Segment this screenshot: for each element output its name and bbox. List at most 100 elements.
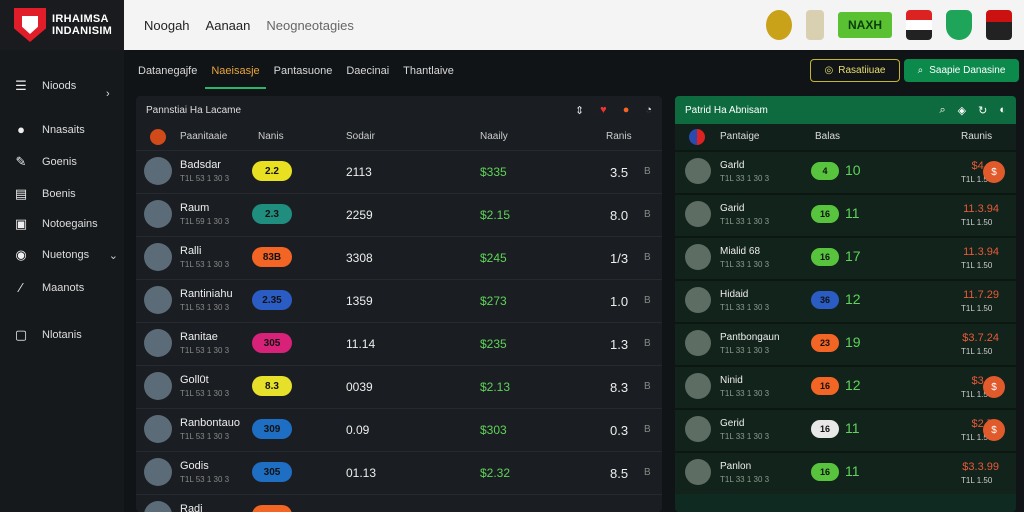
table-row[interactable]: NinidT1L 33 1 30 31612$3.43T1L 1.50$ — [675, 365, 1016, 408]
table-row[interactable]: Rantiniahu T1L 53 1 30 3 2.35 1359 $273 1.0 B — [136, 279, 662, 322]
balance-pill[interactable]: 36 — [811, 291, 839, 309]
balance-pill[interactable]: 16 — [811, 248, 839, 266]
club-crest-icon[interactable] — [805, 10, 824, 40]
outline-button[interactable]: ◎ Rasatiiuae — [810, 59, 900, 82]
player-name[interactable]: Pantbongaun — [720, 332, 780, 343]
sidebar-item-0[interactable]: ☰ Nioods — [14, 78, 118, 94]
col-header[interactable]: Paanitaaie — [180, 131, 227, 142]
green-action-button[interactable]: ⌕ Saapie Danasine — [904, 59, 1019, 82]
table-row[interactable]: Pantbongaun T1L 33 1 30 3 23 19 $3.7.24 T1L 1… — [675, 322, 1016, 365]
table-row[interactable]: Ralli T1L 53 1 30 3 83B 3308 $245 1/3 B — [136, 236, 662, 279]
flag-icon[interactable] — [906, 10, 932, 40]
table-row[interactable]: Goll0t T1L 53 1 30 3 8.3 0039 $2.13 8.3 B — [136, 365, 662, 408]
settings-icon[interactable]: ◐ — [999, 104, 1006, 117]
sidebar-item-5[interactable]: ◉ Nuetongs ⌄ — [14, 247, 118, 263]
player-name[interactable]: Badsdar — [180, 159, 221, 171]
balance-pill[interactable]: 16 — [811, 463, 839, 481]
record-icon[interactable]: ● — [623, 104, 630, 117]
row-action-icon[interactable]: B — [644, 295, 651, 306]
topnav-item-1[interactable]: Noogah — [144, 18, 190, 33]
club-shield-icon[interactable] — [986, 10, 1012, 40]
avatar[interactable] — [685, 373, 711, 399]
player-name[interactable]: Ranitae — [180, 331, 218, 343]
row-action-icon[interactable]: B — [644, 467, 651, 478]
balance-pill[interactable]: 16 — [811, 420, 839, 438]
player-name[interactable]: Garld — [720, 160, 744, 171]
rating-pill[interactable]: 8.3 — [252, 376, 292, 396]
player-name[interactable]: Panlon — [720, 461, 751, 472]
table-row[interactable]: Garid T1L 33 1 30 3 16 11 11.3.94 T1L 1.50 — [675, 193, 1016, 236]
tab-1-active[interactable]: Naeisasje — [205, 59, 266, 89]
avatar[interactable] — [685, 416, 711, 442]
table-row[interactable]: GeridT1L 33 1 30 31611$2.73T1L 1.50$ — [675, 408, 1016, 451]
chevron-right-icon[interactable]: › — [106, 88, 118, 100]
avatar[interactable] — [685, 287, 711, 313]
player-name[interactable]: Gerid — [720, 418, 744, 429]
avatar[interactable] — [685, 330, 711, 356]
currency-icon[interactable]: $ — [983, 376, 1005, 398]
avatar[interactable] — [144, 501, 172, 512]
balance-pill[interactable]: 23 — [811, 334, 839, 352]
avatar[interactable] — [685, 201, 711, 227]
shield-small-icon[interactable]: ◈ — [958, 104, 966, 117]
player-name[interactable]: Mialid 68 — [720, 246, 760, 257]
table-row[interactable]: RadiT1L 53 1 30 3 — [136, 494, 662, 512]
col-header[interactable]: Sodair — [346, 131, 375, 142]
brand-logo[interactable]: IRHAIMSA INDANISIM — [0, 0, 124, 50]
tab-2[interactable]: Pantasuone — [274, 59, 333, 83]
player-name[interactable]: Garid — [720, 203, 744, 214]
avatar[interactable] — [144, 200, 172, 228]
row-action-icon[interactable]: B — [644, 338, 651, 349]
table-row[interactable]: Mialid 68 T1L 33 1 30 3 16 17 11.3.94 T1L 1.5… — [675, 236, 1016, 279]
balance-pill[interactable]: 16 — [811, 205, 839, 223]
player-name[interactable]: Ninid — [720, 375, 743, 386]
table-row[interactable]: Godis T1L 53 1 30 3 305 01.13 $2.32 8.5 B — [136, 451, 662, 494]
rating-pill[interactable]: 83B — [252, 247, 292, 267]
sidebar-item-3[interactable]: ▤ Boenis — [14, 186, 118, 202]
table-row[interactable]: Raum T1L 59 1 30 3 2.3 2259 $2.15 8.0 B — [136, 193, 662, 236]
player-name[interactable]: Ralli — [180, 245, 201, 257]
table-row[interactable]: Badsdar T1L 53 1 30 3 2.2 2113 $335 3.5 B — [136, 150, 662, 193]
player-name[interactable]: Hidaid — [720, 289, 748, 300]
balance-pill[interactable]: 16 — [811, 377, 839, 395]
table-row[interactable]: Hidaid T1L 33 1 30 3 36 12 11.7.29 T1L 1.50 — [675, 279, 1016, 322]
avatar[interactable] — [685, 459, 711, 485]
col-header[interactable]: Balas — [815, 131, 840, 142]
row-action-icon[interactable]: B — [644, 381, 651, 392]
sort-icon[interactable]: ⇕ — [575, 104, 584, 117]
table-row[interactable]: GarldT1L 33 1 30 3410$4.43T1L 1.50$ — [675, 150, 1016, 193]
tab-0[interactable]: Datanegajfe — [138, 59, 197, 83]
player-name[interactable]: Radi — [180, 503, 203, 512]
topnav-item-3[interactable]: Neogneotagies — [266, 18, 353, 33]
tab-4[interactable]: Thantlaive — [403, 59, 454, 83]
sidebar-item-2[interactable]: ✎ Goenis — [14, 154, 118, 170]
avatar[interactable] — [144, 157, 172, 185]
rating-pill[interactable]: 305 — [252, 462, 292, 482]
row-action-icon[interactable]: B — [644, 166, 651, 177]
avatar[interactable] — [144, 415, 172, 443]
rating-pill[interactable]: 2.35 — [252, 290, 292, 310]
club-crest-icon[interactable] — [765, 10, 792, 40]
col-header[interactable]: Pantaige — [720, 131, 759, 142]
table-row[interactable]: Ranbontauo T1L 53 1 30 3 309 0.09 $303 0.3 B — [136, 408, 662, 451]
col-header[interactable]: Ranis — [606, 131, 632, 142]
currency-icon[interactable]: $ — [983, 419, 1005, 441]
sidebar-item-6[interactable]: ⁄ Maanots — [14, 280, 118, 295]
avatar[interactable] — [144, 243, 172, 271]
rating-pill[interactable]: 305 — [252, 333, 292, 353]
tab-3[interactable]: Daecinai — [346, 59, 389, 83]
topnav-item-2[interactable]: Aanaan — [206, 18, 251, 33]
avatar[interactable] — [685, 158, 711, 184]
col-header[interactable]: Raunis — [961, 131, 992, 142]
rating-pill[interactable] — [252, 505, 292, 512]
avatar[interactable] — [685, 244, 711, 270]
row-action-icon[interactable]: B — [644, 252, 651, 263]
sidebar-item-4[interactable]: ▣ Notoegains — [14, 216, 118, 232]
rating-pill[interactable]: 2.3 — [252, 204, 292, 224]
row-action-icon[interactable]: B — [644, 209, 651, 220]
row-action-icon[interactable]: B — [644, 424, 651, 435]
heart-icon[interactable]: ♥ — [600, 104, 607, 117]
player-name[interactable]: Ranbontauo — [180, 417, 240, 429]
rating-pill[interactable]: 309 — [252, 419, 292, 439]
avatar[interactable] — [144, 286, 172, 314]
